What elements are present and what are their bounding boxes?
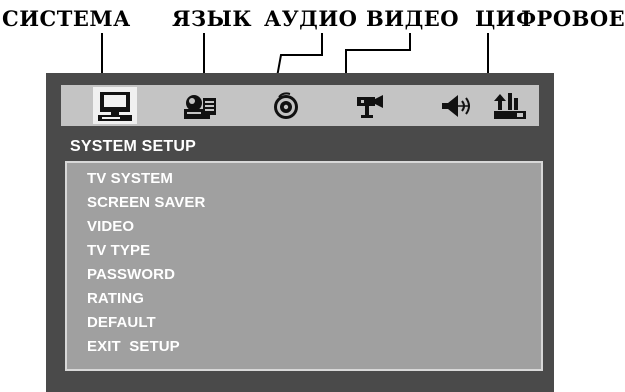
tab-digital[interactable]: [488, 87, 532, 124]
setup-items-panel: TV SYSTEM SCREEN SAVER VIDEO TV TYPE PAS…: [65, 161, 543, 371]
tab-video[interactable]: [347, 87, 391, 124]
digital-icon: [494, 92, 526, 119]
menu-item-tv-type[interactable]: TV TYPE: [87, 242, 150, 259]
monitor-icon: [98, 91, 132, 121]
menu-item-screen-saver[interactable]: SCREEN SAVER: [87, 194, 205, 211]
video-camera-icon: [357, 94, 383, 118]
tab-system[interactable]: [93, 87, 137, 124]
menu-item-video[interactable]: VIDEO: [87, 218, 134, 235]
menu-item-tv-system[interactable]: TV SYSTEM: [87, 170, 173, 187]
menu-item-password[interactable]: PASSWORD: [87, 266, 175, 283]
tab-audio[interactable]: [264, 87, 308, 124]
menu-item-default[interactable]: DEFAULT: [87, 314, 156, 331]
menu-item-rating[interactable]: RATING: [87, 290, 144, 307]
audio-disc-icon: [274, 91, 298, 119]
tab-language[interactable]: [178, 87, 222, 124]
setup-menu: SYSTEM SETUP TV SYSTEM SCREEN SAVER VIDE…: [46, 73, 554, 392]
language-icon: [184, 94, 216, 119]
category-icon-bar: [61, 85, 539, 126]
menu-item-exit-setup[interactable]: EXIT SETUP: [87, 338, 180, 355]
tab-speaker[interactable]: [433, 87, 477, 124]
section-title: SYSTEM SETUP: [70, 138, 196, 155]
speaker-icon: [442, 94, 470, 117]
